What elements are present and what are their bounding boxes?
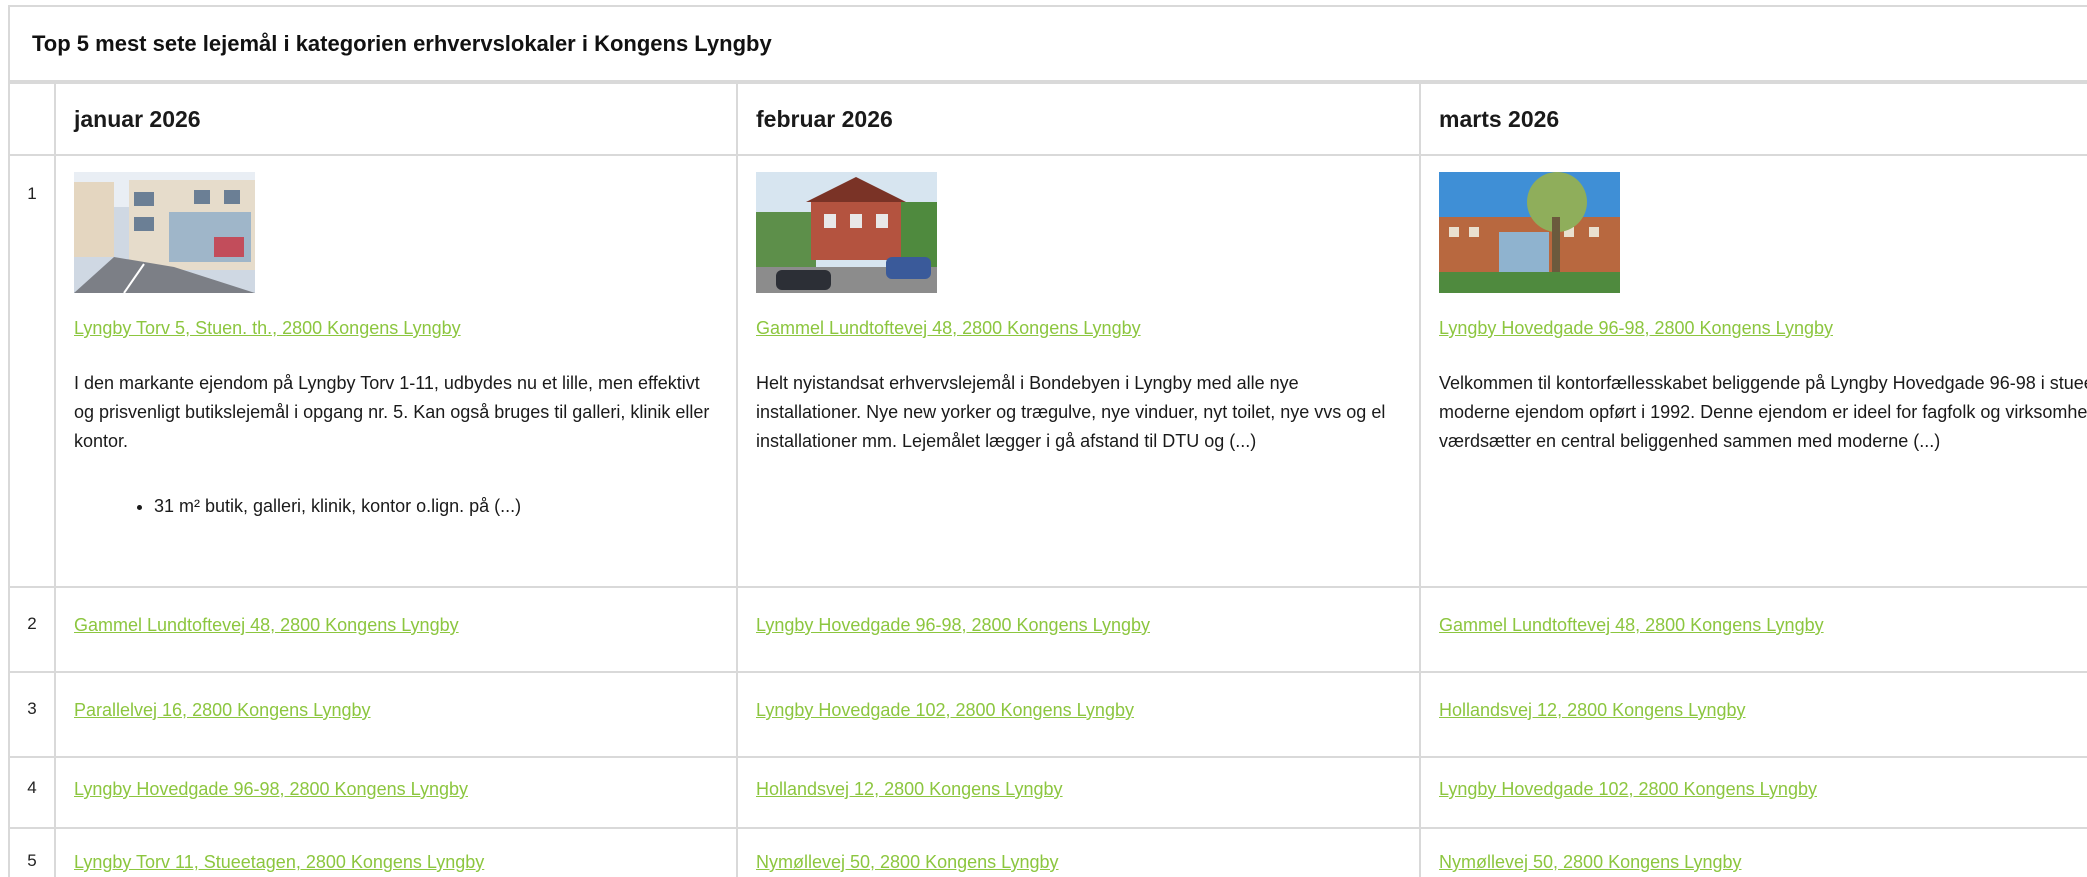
listing-cell: Lyngby Hovedgade 102, 2800 Kongens Lyngb… (736, 671, 1421, 758)
table-row: 4 Lyngby Hovedgade 96-98, 2800 Kongens L… (10, 756, 2087, 829)
listing-cell: Hollandsvej 12, 2800 Kongens Lyngby (1419, 671, 2087, 758)
listing-address-link[interactable]: Lyngby Hovedgade 102, 2800 Kongens Lyngb… (1439, 779, 1817, 799)
listing-cell: Lyngby Hovedgade 96-98, 2800 Kongens Lyn… (54, 756, 738, 829)
listing-cell: Lyngby Torv 5, Stuen. th., 2800 Kongens … (54, 154, 738, 588)
rankings-table: januar 2026 februar 2026 marts 2026 1 Ly… (10, 82, 2087, 877)
listing-photo[interactable] (756, 172, 937, 293)
listing-features: 31 m² butik, galleri, klinik, kontor o.l… (74, 492, 718, 521)
listing-address-link[interactable]: Gammel Lundtoftevej 48, 2800 Kongens Lyn… (74, 615, 459, 635)
listing-address-link[interactable]: Hollandsvej 12, 2800 Kongens Lyngby (1439, 700, 1746, 720)
feature-item: 31 m² butik, galleri, klinik, kontor o.l… (154, 492, 718, 521)
rank-number: 4 (10, 756, 56, 829)
listing-cell: Gammel Lundtoftevej 48, 2800 Kongens Lyn… (1419, 586, 2087, 673)
listing-address-link[interactable]: Lyngby Hovedgade 96-98, 2800 Kongens Lyn… (756, 615, 1150, 635)
month-header-row: januar 2026 februar 2026 marts 2026 (10, 82, 2087, 156)
rank-number: 1 (10, 154, 56, 588)
listing-photo[interactable] (1439, 172, 1620, 293)
top-listings-panel: Top 5 mest sete lejemål i kategorien erh… (8, 5, 2087, 877)
month-header: marts 2026 (1419, 82, 2087, 156)
listing-cell: Parallelvej 16, 2800 Kongens Lyngby (54, 671, 738, 758)
rank-header (10, 82, 56, 156)
listing-address-link[interactable]: Parallelvej 16, 2800 Kongens Lyngby (74, 700, 371, 720)
month-header: januar 2026 (54, 82, 738, 156)
listing-cell: Lyngby Hovedgade 96-98, 2800 Kongens Lyn… (736, 586, 1421, 673)
rank-number: 5 (10, 827, 56, 877)
listing-address-link[interactable]: Gammel Lundtoftevej 48, 2800 Kongens Lyn… (756, 318, 1141, 338)
listing-address-link[interactable]: Nymøllevej 50, 2800 Kongens Lyngby (756, 852, 1059, 872)
listing-address-link[interactable]: Lyngby Torv 11, Stueetagen, 2800 Kongens… (74, 852, 484, 872)
listing-cell: Lyngby Torv 11, Stueetagen, 2800 Kongens… (54, 827, 738, 877)
listing-address-link[interactable]: Gammel Lundtoftevej 48, 2800 Kongens Lyn… (1439, 615, 1824, 635)
table-row: 2 Gammel Lundtoftevej 48, 2800 Kongens L… (10, 586, 2087, 673)
listing-cell: Nymøllevej 50, 2800 Kongens Lyngby (1419, 827, 2087, 877)
listing-cell: Lyngby Hovedgade 102, 2800 Kongens Lyngb… (1419, 756, 2087, 829)
table-row: 5 Lyngby Torv 11, Stueetagen, 2800 Konge… (10, 827, 2087, 877)
listing-address-link[interactable]: Lyngby Hovedgade 102, 2800 Kongens Lyngb… (756, 700, 1134, 720)
table-row: 3 Parallelvej 16, 2800 Kongens Lyngby Ly… (10, 671, 2087, 758)
rank-number: 2 (10, 586, 56, 673)
listing-photo[interactable] (74, 172, 255, 293)
listing-address-link[interactable]: Lyngby Hovedgade 96-98, 2800 Kongens Lyn… (74, 779, 468, 799)
listing-cell: Hollandsvej 12, 2800 Kongens Lyngby (736, 756, 1421, 829)
rank-number: 3 (10, 671, 56, 758)
listing-cell: Gammel Lundtoftevej 48, 2800 Kongens Lyn… (736, 154, 1421, 588)
listing-cell: Nymøllevej 50, 2800 Kongens Lyngby (736, 827, 1421, 877)
listing-description: Helt nyistandsat erhvervslejemål i Bonde… (756, 373, 1386, 451)
listing-cell: Gammel Lundtoftevej 48, 2800 Kongens Lyn… (54, 586, 738, 673)
listing-description: I den markante ejendom på Lyngby Torv 1-… (74, 373, 710, 451)
listing-description: Velkommen til kontorfællesskabet beligge… (1439, 373, 2087, 451)
listing-cell: Lyngby Hovedgade 96-98, 2800 Kongens Lyn… (1419, 154, 2087, 588)
panel-title: Top 5 mest sete lejemål i kategorien erh… (10, 7, 2087, 82)
listing-address-link[interactable]: Hollandsvej 12, 2800 Kongens Lyngby (756, 779, 1063, 799)
listing-address-link[interactable]: Lyngby Torv 5, Stuen. th., 2800 Kongens … (74, 318, 461, 338)
month-header: februar 2026 (736, 82, 1421, 156)
listing-address-link[interactable]: Nymøllevej 50, 2800 Kongens Lyngby (1439, 852, 1742, 872)
listing-address-link[interactable]: Lyngby Hovedgade 96-98, 2800 Kongens Lyn… (1439, 318, 1833, 338)
table-row: 1 Lyngby Torv 5, Stuen. th., 2800 Kongen… (10, 154, 2087, 588)
